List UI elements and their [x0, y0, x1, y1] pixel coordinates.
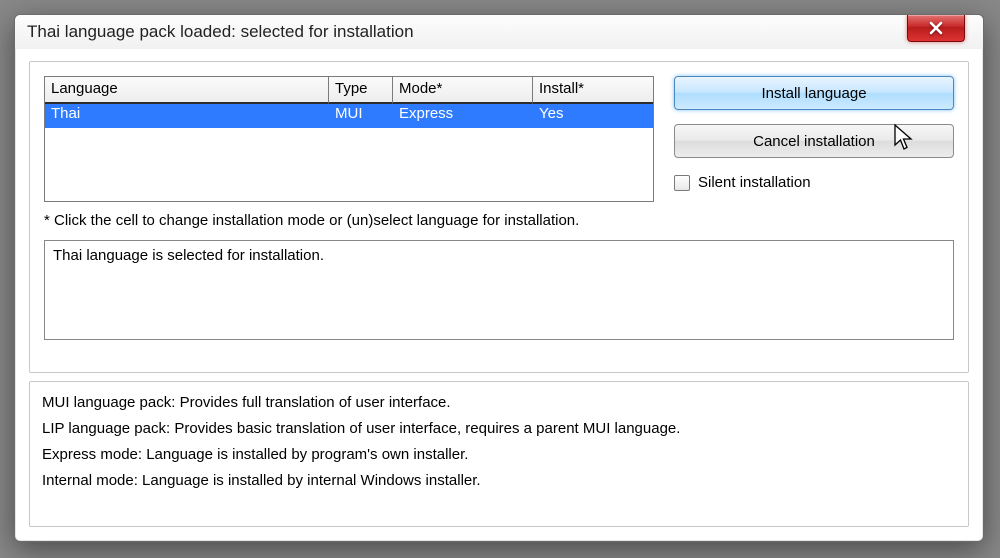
col-mode[interactable]: Mode* [393, 77, 533, 104]
cell-mode[interactable]: Express [393, 104, 533, 128]
cancel-installation-button[interactable]: Cancel installation [674, 124, 954, 158]
install-language-button[interactable]: Install language [674, 76, 954, 110]
status-text: Thai language is selected for installati… [53, 247, 324, 264]
cell-type[interactable]: MUI [329, 104, 393, 128]
group-info: MUI language pack: Provides full transla… [29, 381, 969, 527]
info-express: Express mode: Language is installed by p… [42, 442, 956, 468]
client-area: Language Type Mode* Install* Thai MUI Ex… [29, 61, 969, 527]
table-row[interactable]: Thai MUI Express Yes [45, 104, 653, 128]
close-icon [928, 21, 944, 35]
silent-installation-label: Silent installation [698, 174, 811, 191]
silent-installation-row: Silent installation [674, 174, 954, 191]
dialog-window: Thai language pack loaded: selected for … [14, 14, 984, 542]
language-table: Language Type Mode* Install* Thai MUI Ex… [44, 76, 654, 202]
cell-language[interactable]: Thai [45, 104, 329, 128]
col-language[interactable]: Language [45, 77, 329, 104]
window-title: Thai language pack loaded: selected for … [27, 22, 414, 41]
title-bar: Thai language pack loaded: selected for … [15, 15, 983, 49]
silent-installation-checkbox[interactable] [674, 175, 690, 191]
info-mui: MUI language pack: Provides full transla… [42, 390, 956, 416]
close-button[interactable] [907, 15, 965, 42]
table-header-row: Language Type Mode* Install* [45, 77, 653, 104]
col-install[interactable]: Install* [533, 77, 653, 104]
cell-install[interactable]: Yes [533, 104, 653, 128]
group-installation: Language Type Mode* Install* Thai MUI Ex… [29, 61, 969, 373]
side-controls: Install language Cancel installation Sil… [674, 76, 954, 191]
info-internal: Internal mode: Language is installed by … [42, 468, 956, 494]
status-box: Thai language is selected for installati… [44, 240, 954, 340]
info-lip: LIP language pack: Provides basic transl… [42, 416, 956, 442]
hint-text: * Click the cell to change installation … [44, 212, 954, 229]
col-type[interactable]: Type [329, 77, 393, 104]
